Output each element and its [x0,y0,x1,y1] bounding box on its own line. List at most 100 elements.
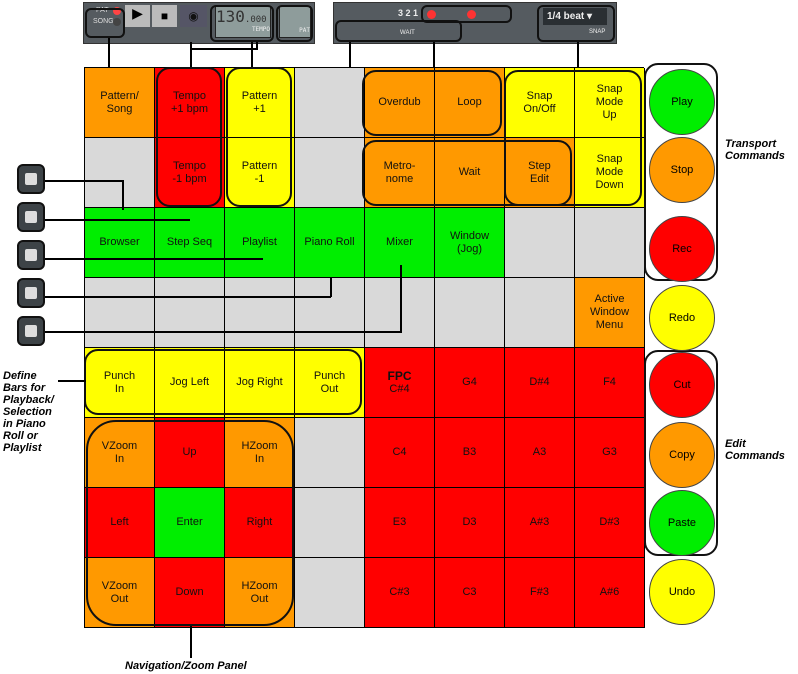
pad-d#4[interactable]: D#4 [505,348,575,418]
pad-piano-roll[interactable]: Piano Roll [295,208,365,278]
overdub-led[interactable] [427,10,436,19]
pad-e3[interactable]: E3 [365,488,435,558]
pad-a#3[interactable]: A#3 [505,488,575,558]
pad-unassigned[interactable] [505,208,575,278]
snap-select[interactable]: 1/4 beat ▾ [543,8,607,25]
pad-c3[interactable]: C3 [435,558,505,628]
redo-button[interactable]: Redo [649,285,715,351]
controller-grid: Pattern/ Song Tempo +1 bpm Pattern +1 Overd… [84,67,645,628]
rec-button[interactable]: Rec [649,216,715,282]
pad-label: F4 [603,376,616,388]
tempo-label: TEMPO [251,26,270,33]
pad-label: G4 [462,376,477,388]
pad-pattern-song[interactable]: Pattern/ Song [85,68,155,138]
pad-label: F#3 [530,586,549,598]
pad-loop[interactable]: Loop [435,68,505,138]
pad-label: Punch In [103,369,136,395]
pad-label: Loop [457,96,482,108]
pad-unassigned[interactable] [85,278,155,348]
pad-unassigned[interactable] [295,558,365,628]
piano-roll-icon[interactable] [17,278,45,308]
pad-unassigned[interactable] [225,278,295,348]
copy-button[interactable]: Copy [649,422,715,488]
loop-led[interactable] [467,10,476,19]
pad-unassigned[interactable] [295,138,365,208]
pad-label: Step Edit [528,159,551,185]
pad-active-window-menu[interactable]: Active Window Menu [575,278,645,348]
edit-commands-label: Edit Commands [725,438,785,462]
countdown-label: 3 2 1 [398,8,419,18]
pad-g4[interactable]: G4 [435,348,505,418]
pad-left[interactable]: Left [85,488,155,558]
pad-f4[interactable]: F4 [575,348,645,418]
pad-unassigned[interactable] [295,488,365,558]
pad-snap-mode-down[interactable]: Snap Mode Down [575,138,645,208]
pad-punch-out[interactable]: Punch Out [295,348,365,418]
undo-button[interactable]: Undo [649,559,715,625]
pad-tempo-1-bpm[interactable]: Tempo -1 bpm [155,138,225,208]
pad-label: A3 [532,446,547,458]
pad-label: C#3 [389,586,410,598]
pad-metro-nome[interactable]: Metro- nome [365,138,435,208]
cut-button[interactable]: Cut [649,352,715,418]
pad-playlist[interactable]: Playlist [225,208,295,278]
pad-a3[interactable]: A3 [505,418,575,488]
mixer-icon[interactable] [17,316,45,346]
pad-snap-mode-up[interactable]: Snap Mode Up [575,68,645,138]
pad-unassigned[interactable] [505,278,575,348]
pad-d3[interactable]: D3 [435,488,505,558]
stop-icon[interactable]: ■ [152,5,177,27]
pat-mode-led[interactable] [113,7,121,15]
play-button[interactable]: Play [649,69,715,135]
pad-c4[interactable]: C4 [365,418,435,488]
pad-snap-on-off[interactable]: Snap On/Off [505,68,575,138]
pad-enter[interactable]: Enter [155,488,225,558]
browser-icon[interactable] [17,164,45,194]
pad-c#3[interactable]: C#3 [365,558,435,628]
pad-down[interactable]: Down [155,558,225,628]
pad-hzoom-out[interactable]: HZoom Out [225,558,295,628]
pad-step-edit[interactable]: Step Edit [505,138,575,208]
pad-unassigned[interactable] [295,418,365,488]
pad-d#3[interactable]: D#3 [575,488,645,558]
pad-up[interactable]: Up [155,418,225,488]
pad-unassigned[interactable] [575,208,645,278]
pad-label: HZoom Out [241,579,278,605]
pad-label: Up [182,446,197,458]
pad-f#3[interactable]: F#3 [505,558,575,628]
pad-label: Pattern +1 [241,89,278,115]
pad-label: Overdub [378,96,421,108]
define-bars-label: Define Bars for Playback/ Selection in P… [3,370,54,454]
pad-g3[interactable]: G3 [575,418,645,488]
pad-unassigned[interactable] [85,138,155,208]
pad-c#4[interactable]: FPC C#4 [365,348,435,418]
pattern-display[interactable]: PAT [279,6,311,38]
pad-right[interactable]: Right [225,488,295,558]
step-sequencer-icon[interactable] [17,202,45,232]
pad-unassigned[interactable] [295,68,365,138]
pad-jog-left[interactable]: Jog Left [155,348,225,418]
pad-overdub[interactable]: Overdub [365,68,435,138]
stop-button[interactable]: Stop [649,137,715,203]
pad-punch-in[interactable]: Punch In [85,348,155,418]
song-mode-led[interactable] [113,18,121,26]
paste-button[interactable]: Paste [649,490,715,556]
pad-unassigned[interactable] [155,278,225,348]
tempo-display[interactable]: 130.000 TEMPO [215,6,271,38]
pad-window-jog-[interactable]: Window (Jog) [435,208,505,278]
pad-hzoom-in[interactable]: HZoom In [225,418,295,488]
pad-vzoom-in[interactable]: VZoom In [85,418,155,488]
pad-pattern-1[interactable]: Pattern +1 [225,68,295,138]
pad-pattern-1[interactable]: Pattern -1 [225,138,295,208]
pad-wait[interactable]: Wait [435,138,505,208]
pad-vzoom-out[interactable]: VZoom Out [85,558,155,628]
playlist-icon[interactable] [17,240,45,270]
record-icon[interactable]: ◉ [180,5,207,27]
pad-a#6[interactable]: A#6 [575,558,645,628]
pad-label: D#4 [529,376,550,388]
pad-jog-right[interactable]: Jog Right [225,348,295,418]
play-icon[interactable]: ▶ [125,5,150,27]
pad-tempo-1-bpm[interactable]: Tempo +1 bpm [155,68,225,138]
pad-unassigned[interactable] [435,278,505,348]
pad-b3[interactable]: B3 [435,418,505,488]
